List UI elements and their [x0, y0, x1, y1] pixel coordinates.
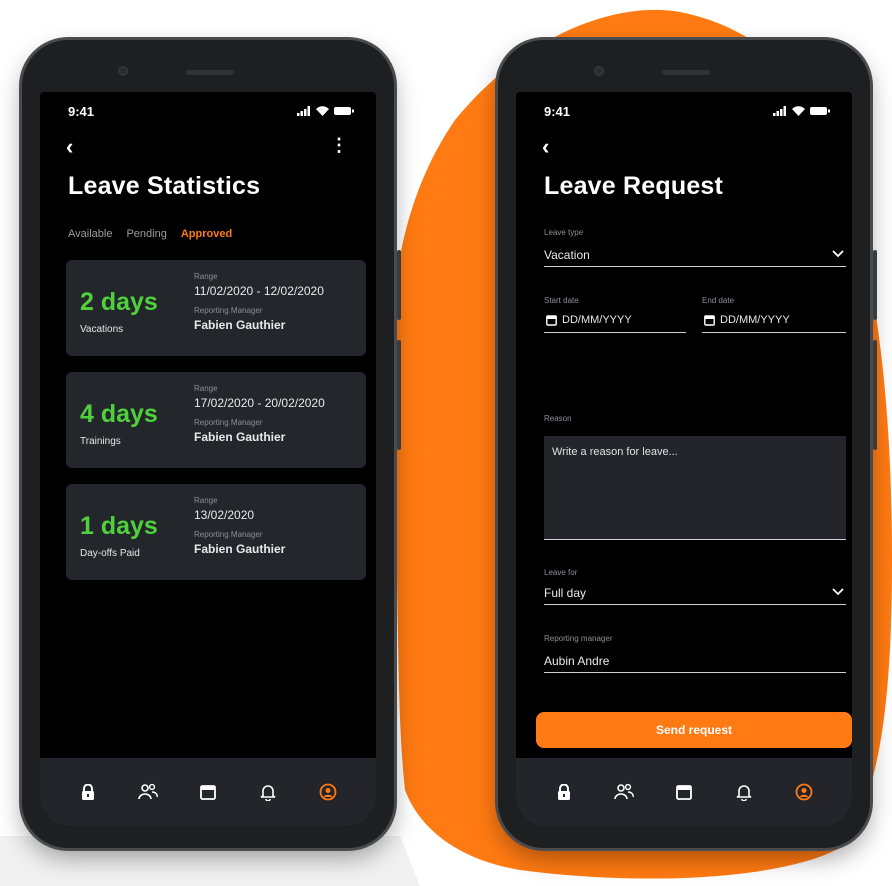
status-bar: 9:41 — [40, 100, 376, 126]
bell-icon[interactable] — [257, 781, 279, 803]
start-date-label: Start date — [544, 296, 579, 305]
back-icon[interactable]: ‹ — [542, 136, 549, 158]
range-value: 11/02/2020 - 12/02/2020 — [194, 284, 324, 298]
calendar-icon — [546, 315, 557, 326]
battery-icon — [810, 107, 830, 115]
leave-request-screen: 9:41 ‹ Leave Request Leave type Vacation… — [516, 92, 852, 826]
earpiece-speaker — [662, 70, 710, 75]
range-label: Range — [194, 384, 218, 393]
wifi-icon — [792, 106, 805, 116]
leave-statistics-screen: 9:41 ‹ ⋮ Leave Statistics Available Pend… — [40, 92, 376, 826]
users-icon[interactable] — [137, 781, 159, 803]
manager-label: Reporting Manager — [194, 418, 263, 427]
reason-placeholder: Write a reason for leave... — [552, 446, 678, 458]
front-camera — [118, 66, 128, 76]
manager-underline — [544, 672, 846, 673]
manager-value: Fabien Gauthier — [194, 542, 286, 556]
status-icons — [773, 106, 830, 116]
profile-icon[interactable] — [317, 781, 339, 803]
signal-icon — [297, 106, 310, 116]
front-camera — [594, 66, 604, 76]
leave-type-select[interactable]: Vacation — [544, 248, 590, 262]
leave-type-underline — [544, 266, 846, 267]
phone-leave-statistics: 9:41 ‹ ⋮ Leave Statistics Available Pend… — [22, 40, 401, 848]
profile-icon[interactable] — [793, 781, 815, 803]
leave-for-select[interactable]: Full day — [544, 586, 586, 600]
manager-label: Reporting Manager — [194, 306, 263, 315]
start-date-underline — [544, 332, 686, 333]
bell-icon[interactable] — [733, 781, 755, 803]
leave-type: Day-offs Paid — [80, 548, 140, 559]
manager-label: Reporting Manager — [194, 530, 263, 539]
tab-pending[interactable]: Pending — [126, 228, 166, 240]
lock-icon[interactable] — [77, 781, 99, 803]
end-date-underline — [702, 332, 846, 333]
earpiece-speaker — [186, 70, 234, 75]
page-title: Leave Request — [544, 172, 724, 200]
lock-icon[interactable] — [553, 781, 575, 803]
leave-card[interactable]: 4 days Trainings Range 17/02/2020 - 20/0… — [66, 372, 366, 468]
reason-textarea[interactable]: Write a reason for leave... — [544, 436, 846, 540]
send-request-button[interactable]: Send request — [536, 712, 852, 748]
status-time: 9:41 — [544, 104, 571, 119]
status-bar: 9:41 — [516, 100, 852, 126]
range-value: 13/02/2020 — [194, 508, 255, 522]
power-button — [397, 250, 401, 320]
phone-leave-request: 9:41 ‹ Leave Request Leave type Vacation… — [498, 40, 877, 848]
page-title: Leave Statistics — [68, 172, 261, 200]
start-date-input[interactable]: DD/MM/YYYY — [562, 314, 632, 326]
leave-for-underline — [544, 604, 846, 605]
volume-button — [873, 340, 877, 450]
bottom-navigation — [516, 758, 852, 826]
manager-value: Fabien Gauthier — [194, 318, 286, 332]
range-label: Range — [194, 496, 218, 505]
end-date-label: End date — [702, 296, 735, 305]
calendar-icon — [704, 315, 715, 326]
chevron-down-icon[interactable] — [832, 250, 844, 258]
leave-days: 1 days — [80, 512, 158, 540]
leave-card[interactable]: 1 days Day-offs Paid Range 13/02/2020 Re… — [66, 484, 366, 580]
leave-type: Trainings — [80, 436, 121, 447]
tab-approved[interactable]: Approved — [181, 228, 232, 240]
manager-input[interactable]: Aubin Andre — [544, 654, 609, 668]
tab-available[interactable]: Available — [68, 228, 112, 240]
power-button — [873, 250, 877, 320]
more-options-icon[interactable]: ⋮ — [330, 136, 348, 154]
status-time: 9:41 — [68, 104, 95, 119]
status-icons — [297, 106, 354, 116]
signal-icon — [773, 106, 786, 116]
calendar-icon[interactable] — [673, 781, 695, 803]
range-value: 17/02/2020 - 20/02/2020 — [194, 396, 325, 410]
end-date-input[interactable]: DD/MM/YYYY — [720, 314, 790, 326]
leave-days: 4 days — [80, 400, 158, 428]
back-icon[interactable]: ‹ — [66, 136, 73, 158]
leave-card[interactable]: 2 days Vacations Range 11/02/2020 - 12/0… — [66, 260, 366, 356]
leave-for-label: Leave for — [544, 568, 578, 577]
volume-button — [397, 340, 401, 450]
reason-label: Reason — [544, 414, 572, 423]
manager-label: Reporting manager — [544, 634, 613, 643]
status-tabs: Available Pending Approved — [68, 228, 232, 240]
wifi-icon — [316, 106, 329, 116]
chevron-down-icon[interactable] — [832, 588, 844, 596]
battery-icon — [334, 107, 354, 115]
calendar-icon[interactable] — [197, 781, 219, 803]
range-label: Range — [194, 272, 218, 281]
users-icon[interactable] — [613, 781, 635, 803]
leave-days: 2 days — [80, 288, 158, 316]
leave-type-label: Leave type — [544, 228, 584, 237]
leave-type: Vacations — [80, 324, 124, 335]
bottom-navigation — [40, 758, 376, 826]
manager-value: Fabien Gauthier — [194, 430, 286, 444]
